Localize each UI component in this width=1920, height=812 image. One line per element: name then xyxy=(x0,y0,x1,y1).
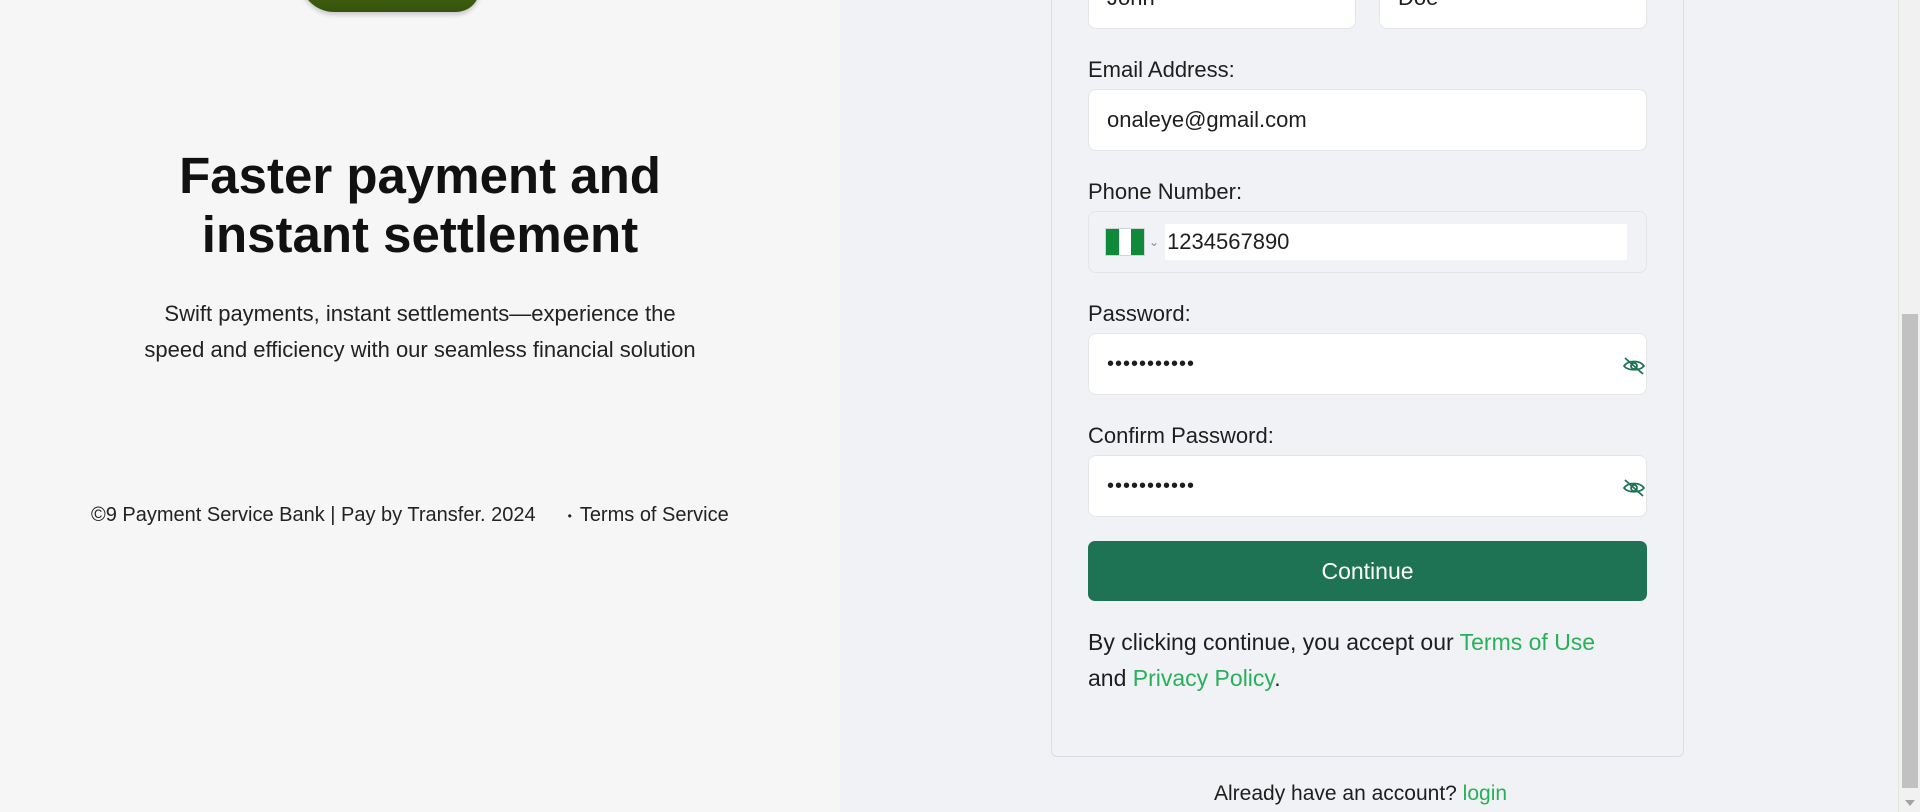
email-value: onaleye@gmail.com xyxy=(1107,107,1307,132)
terms-of-service-link[interactable]: Terms of Service xyxy=(580,504,729,527)
phone-label: Phone Number: xyxy=(1088,179,1243,204)
scroll-down-arrow-icon[interactable] xyxy=(1905,800,1915,806)
eye-off-icon[interactable] xyxy=(1622,478,1646,498)
first-name-field[interactable]: John xyxy=(1088,0,1356,29)
promo-panel: Faster payment and instant settlement Sw… xyxy=(0,0,840,812)
privacy-policy-link[interactable]: Privacy Policy xyxy=(1133,665,1274,691)
subline-line-1: Swift payments, instant settlements—expe… xyxy=(164,301,676,326)
subline-line-2: speed and efficiency with our seamless f… xyxy=(144,337,696,362)
vertical-scrollbar[interactable] xyxy=(1898,0,1920,812)
last-name-field[interactable]: Doe xyxy=(1379,0,1647,29)
copyright-text: ©9 Payment Service Bank | Pay by Transfe… xyxy=(91,504,536,526)
scrollbar-thumb[interactable] xyxy=(1902,314,1918,788)
headline-line-2: instant settlement xyxy=(201,206,639,263)
phone-field: ⌄ 1234567890 xyxy=(1088,211,1647,273)
password-label: Password: xyxy=(1088,301,1191,326)
confirm-password-value: ••••••••••• xyxy=(1107,474,1196,497)
have-account-text: Already have an account? xyxy=(1214,782,1463,805)
consent-suffix: . xyxy=(1274,665,1281,691)
footer-bullet: • xyxy=(567,508,572,523)
email-field[interactable]: onaleye@gmail.com xyxy=(1088,89,1647,151)
phone-value: 1234567890 xyxy=(1167,229,1290,254)
login-link[interactable]: login xyxy=(1463,782,1507,805)
promo-subline: Swift payments, instant settlements—expe… xyxy=(0,296,840,368)
eye-off-icon[interactable] xyxy=(1622,356,1646,376)
password-value: ••••••••••• xyxy=(1107,352,1196,375)
phone-input[interactable]: 1234567890 xyxy=(1165,224,1628,260)
nigeria-flag-icon[interactable] xyxy=(1105,228,1145,256)
signup-page: Faster payment and instant settlement Sw… xyxy=(0,0,1920,812)
last-name-value: Doe xyxy=(1398,0,1438,11)
headline-line-1: Faster payment and xyxy=(179,147,661,204)
form-panel: John Doe Email Address: onaleye@gmail.co… xyxy=(840,0,1900,812)
consent-and: and xyxy=(1088,665,1133,691)
left-footer: ©9 Payment Service Bank | Pay by Transfe… xyxy=(91,504,729,527)
promo-illustration xyxy=(300,0,480,12)
email-label: Email Address: xyxy=(1088,57,1235,82)
promo-headline: Faster payment and instant settlement xyxy=(0,146,840,264)
chevron-down-icon[interactable]: ⌄ xyxy=(1149,235,1159,249)
terms-of-use-link[interactable]: Terms of Use xyxy=(1460,629,1595,655)
consent-text: By clicking continue, you accept our Ter… xyxy=(1088,624,1648,696)
confirm-password-label: Confirm Password: xyxy=(1088,423,1274,448)
confirm-password-field[interactable]: ••••••••••• xyxy=(1088,455,1647,517)
password-field[interactable]: ••••••••••• xyxy=(1088,333,1647,395)
first-name-value: John xyxy=(1107,0,1155,11)
continue-button[interactable]: Continue xyxy=(1088,541,1647,601)
consent-prefix: By clicking continue, you accept our xyxy=(1088,629,1460,655)
